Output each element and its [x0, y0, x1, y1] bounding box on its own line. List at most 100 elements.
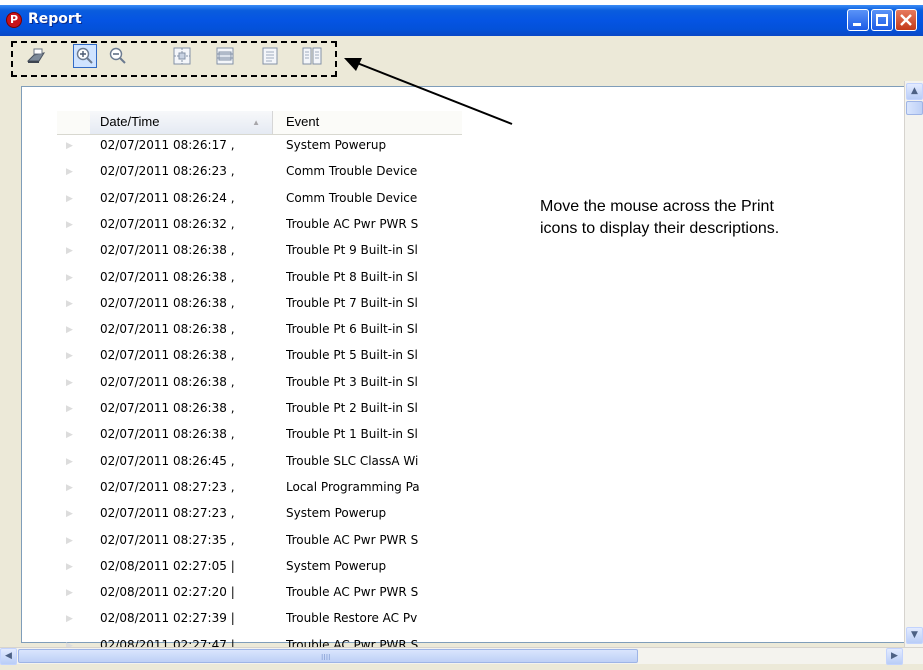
- cell-datetime: 02/07/2011 08:26:38 ,: [100, 401, 235, 415]
- row-indicator-icon: ▶: [66, 193, 73, 204]
- table-row[interactable]: ▶ 02/07/2011 08:27:23 , System Powerup: [57, 502, 462, 528]
- zoom-out-icon: [109, 47, 126, 64]
- cell-datetime: 02/08/2011 02:27:39 |: [100, 611, 235, 626]
- horizontal-scrollbar[interactable]: ◀ IIII ▶: [0, 647, 923, 665]
- row-indicator-icon: ▶: [66, 535, 73, 546]
- row-indicator-icon: ▶: [66, 509, 73, 520]
- cell-event: System Powerup: [286, 558, 387, 573]
- print-button[interactable]: [24, 44, 48, 68]
- cell-datetime: 02/07/2011 08:26:38 ,: [100, 295, 235, 310]
- row-indicator-icon: ▶: [66, 404, 73, 414]
- table-row[interactable]: ▶ 02/08/2011 02:27:20 | Trouble AC Pwr PWR…: [57, 581, 462, 607]
- cell-event: Trouble SLC ClassA Wi: [286, 453, 419, 468]
- chevron-right-icon: ▶: [891, 651, 898, 661]
- table-row[interactable]: ▶ 02/07/2011 08:26:24 , Comm Trouble Devic…: [57, 187, 462, 213]
- cell-datetime: 02/07/2011 08:26:38 ,: [100, 243, 235, 258]
- maximize-icon: [876, 14, 888, 26]
- table-row[interactable]: ▶ 02/07/2011 08:26:38 , Trouble Pt 2 Built…: [57, 397, 462, 423]
- cell-datetime: 02/07/2011 08:26:38 ,: [100, 348, 235, 363]
- row-indicator-icon: ▶: [66, 377, 73, 388]
- single-page-button[interactable]: [258, 44, 282, 68]
- minimize-icon: [853, 23, 861, 26]
- table-row[interactable]: ▶ 02/07/2011 08:27:23 , Local Programming …: [57, 476, 462, 502]
- cell-datetime: 02/07/2011 08:26:38 ,: [100, 269, 235, 284]
- cell-event: Trouble Pt 5 Built-in Sl: [286, 348, 418, 363]
- table-row[interactable]: ▶ 02/07/2011 08:27:35 , Trouble AC Pwr PWR…: [57, 529, 462, 555]
- cell-datetime: 02/07/2011 08:27:23 ,: [100, 506, 235, 521]
- close-icon: [900, 14, 912, 26]
- maximize-button[interactable]: [871, 9, 893, 31]
- table-row[interactable]: ▶ 02/07/2011 08:26:23 , Comm Trouble Devic…: [57, 160, 462, 186]
- vertical-scrollbar[interactable]: ▲ ▼: [904, 81, 923, 647]
- cell-event: Trouble AC Pwr PWR S: [286, 585, 419, 600]
- column-header-event[interactable]: Event: [273, 111, 462, 134]
- table-row[interactable]: ▶ 02/07/2011 08:26:38 , Trouble Pt 5 Built…: [57, 344, 462, 370]
- report-preview[interactable]: Date/Time ▲ Event ▶ 02/07/2011 08:26:17 ,…: [21, 86, 907, 652]
- cell-event: Comm Trouble Device: [286, 164, 418, 179]
- cell-datetime: 02/07/2011 08:26:32 ,: [100, 216, 235, 231]
- cell-datetime: 02/08/2011 02:27:05 |: [100, 558, 235, 573]
- horizontal-scroll-thumb[interactable]: IIII: [18, 649, 638, 663]
- cell-event: Trouble Pt 3 Built-in Sl: [286, 374, 418, 389]
- row-indicator-icon: ▶: [66, 588, 73, 599]
- row-indicator-icon: ▶: [66, 246, 73, 257]
- cell-event: Trouble Pt 7 Built-in Sl: [286, 295, 418, 310]
- chevron-up-icon: ▲: [911, 86, 918, 96]
- row-indicator-icon: ▶: [66, 167, 73, 178]
- page-setup-icon: [216, 47, 234, 65]
- title-bar[interactable]: P Report: [0, 5, 923, 36]
- table-row[interactable]: ▶ 02/07/2011 08:26:17 , System Powerup: [57, 134, 462, 160]
- table-row[interactable]: ▶ 02/07/2011 08:26:38 , Trouble Pt 6 Built…: [57, 318, 462, 344]
- row-indicator-icon: ▶: [66, 482, 73, 493]
- row-indicator-icon: ▶: [66, 298, 73, 309]
- cell-datetime: 02/07/2011 08:26:24 ,: [100, 190, 235, 205]
- scroll-down-button[interactable]: ▼: [906, 627, 923, 644]
- cell-event: Trouble Pt 1 Built-in Sl: [286, 427, 418, 442]
- scroll-up-button[interactable]: ▲: [906, 83, 923, 100]
- grid-header: Date/Time ▲ Event: [57, 111, 462, 135]
- cell-datetime: 02/07/2011 08:26:23 ,: [100, 164, 235, 179]
- page-layout-button[interactable]: [170, 44, 194, 68]
- table-row[interactable]: ▶ 02/07/2011 08:26:45 , Trouble SLC ClassA…: [57, 450, 462, 476]
- sort-ascending-icon: ▲: [252, 118, 260, 127]
- chevron-down-icon: ▼: [911, 630, 918, 640]
- table-row[interactable]: ▶ 02/08/2011 02:27:05 | System Powerup: [57, 555, 462, 581]
- row-indicator-icon: ▶: [66, 351, 73, 362]
- minimize-button[interactable]: [847, 9, 869, 31]
- table-row[interactable]: ▶ 02/07/2011 08:26:38 , Trouble Pt 7 Built…: [57, 292, 462, 318]
- column-header-datetime-label: Date/Time: [100, 114, 160, 129]
- table-row[interactable]: ▶ 02/07/2011 08:26:38 , Trouble Pt 9 Built…: [57, 239, 462, 265]
- cell-datetime: 02/07/2011 08:27:35 ,: [100, 532, 235, 547]
- row-indicator-icon: ▶: [66, 325, 73, 336]
- callout-line-2: icons to display their descriptions.: [540, 220, 780, 237]
- table-row[interactable]: ▶ 02/07/2011 08:26:38 , Trouble Pt 8 Built…: [57, 266, 462, 292]
- cell-datetime: 02/07/2011 08:26:17 ,: [100, 138, 235, 152]
- scroll-thumb-grip: IIII: [321, 653, 331, 662]
- column-header-datetime[interactable]: Date/Time ▲: [90, 111, 273, 134]
- cell-event: Comm Trouble Device: [286, 190, 418, 205]
- page-setup-button[interactable]: [213, 44, 237, 68]
- table-row[interactable]: ▶ 02/08/2011 02:27:39 | Trouble Restore AC…: [57, 607, 462, 633]
- cell-event: Trouble Pt 8 Built-in Sl: [286, 269, 418, 284]
- cell-event: Trouble AC Pwr PWR S: [286, 216, 419, 231]
- table-row[interactable]: ▶ 02/07/2011 08:26:38 , Trouble Pt 1 Built…: [57, 423, 462, 449]
- app-logo-icon: P: [6, 12, 22, 28]
- cell-event: System Powerup: [286, 506, 387, 521]
- two-page-icon: [302, 47, 322, 65]
- zoom-in-icon: [76, 47, 93, 64]
- report-window: P Report Date/Time ▲ Event ▶ 02/07/2011 …: [0, 5, 923, 670]
- table-row[interactable]: ▶ 02/07/2011 08:26:32 , Trouble AC Pwr PWR…: [57, 213, 462, 239]
- row-indicator-icon: ▶: [66, 141, 73, 151]
- zoom-in-button[interactable]: [73, 44, 97, 68]
- scroll-left-button[interactable]: ◀: [0, 648, 17, 665]
- row-indicator-icon: ▶: [66, 430, 73, 441]
- zoom-out-button[interactable]: [106, 44, 130, 68]
- cell-datetime: 02/07/2011 08:26:45 ,: [100, 453, 235, 468]
- close-button[interactable]: [895, 9, 917, 31]
- callout-line-1: Move the mouse across the Print: [540, 198, 774, 215]
- vertical-scroll-thumb[interactable]: [906, 101, 923, 115]
- two-page-button[interactable]: [300, 44, 324, 68]
- table-row[interactable]: ▶ 02/07/2011 08:26:38 , Trouble Pt 3 Built…: [57, 371, 462, 397]
- callout-text: Move the mouse across the Print icons to…: [540, 196, 779, 240]
- scroll-right-button[interactable]: ▶: [886, 648, 903, 665]
